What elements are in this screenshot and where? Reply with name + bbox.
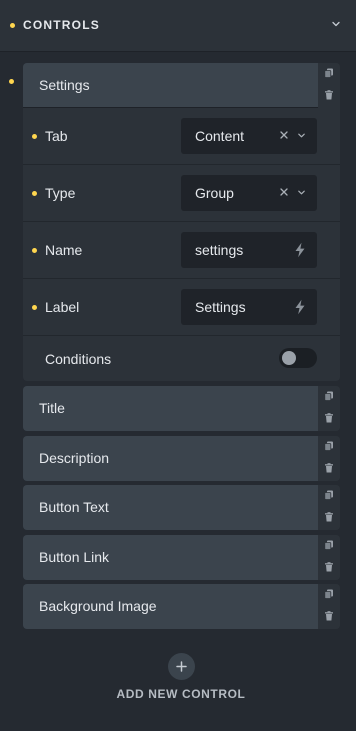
field-label: Tab bbox=[45, 128, 68, 144]
field-label: Conditions bbox=[45, 351, 112, 367]
add-control-button[interactable] bbox=[168, 653, 195, 680]
dynamic-data-icon[interactable] bbox=[293, 242, 307, 258]
control-title: Title bbox=[39, 400, 65, 416]
chevron-down-icon bbox=[298, 190, 305, 195]
field-label: Name bbox=[45, 242, 83, 258]
controls-section-header[interactable]: CONTROLS bbox=[0, 0, 356, 52]
trash-icon[interactable] bbox=[324, 562, 334, 572]
trash-icon[interactable] bbox=[324, 90, 334, 100]
control-actions bbox=[318, 63, 340, 108]
control-actions bbox=[318, 584, 340, 629]
changed-indicator-dot bbox=[32, 134, 37, 139]
trash-icon[interactable] bbox=[324, 512, 334, 522]
type-select[interactable]: Group bbox=[181, 175, 317, 211]
trash-icon[interactable] bbox=[324, 413, 334, 423]
input-value: settings bbox=[195, 242, 244, 258]
control-group-settings: Settings Tab Content Type Group Name set… bbox=[23, 63, 340, 381]
changed-indicator-dot bbox=[10, 23, 15, 28]
control-title: Description bbox=[39, 450, 110, 466]
chevron-down-icon bbox=[298, 133, 305, 138]
chevron-down-icon[interactable] bbox=[330, 18, 342, 30]
field-row-tab: Tab Content bbox=[23, 108, 340, 165]
control-header[interactable]: Settings bbox=[23, 63, 318, 108]
trash-icon[interactable] bbox=[324, 611, 334, 621]
control-actions bbox=[318, 535, 340, 580]
copy-icon[interactable] bbox=[324, 68, 334, 78]
copy-icon[interactable] bbox=[324, 540, 334, 550]
control-title: Settings bbox=[39, 77, 90, 93]
control-item[interactable]: Button Text bbox=[23, 485, 340, 530]
dynamic-data-icon[interactable] bbox=[293, 299, 307, 315]
toggle-knob bbox=[282, 351, 296, 365]
changed-indicator-dot bbox=[32, 305, 37, 310]
control-actions bbox=[318, 436, 340, 481]
select-value: Content bbox=[195, 128, 245, 144]
control-item[interactable]: Button Link bbox=[23, 535, 340, 580]
name-input[interactable]: settings bbox=[181, 232, 317, 268]
control-actions bbox=[318, 386, 340, 431]
copy-icon[interactable] bbox=[324, 391, 334, 401]
changed-indicator-dot bbox=[9, 79, 14, 84]
control-item[interactable]: Background Image bbox=[23, 584, 340, 629]
copy-icon[interactable] bbox=[324, 490, 334, 500]
select-value: Group bbox=[195, 185, 234, 201]
copy-icon[interactable] bbox=[324, 589, 334, 599]
label-input[interactable]: Settings bbox=[181, 289, 317, 325]
conditions-toggle[interactable] bbox=[279, 348, 317, 368]
changed-indicator-dot bbox=[32, 248, 37, 253]
field-row-conditions: Conditions bbox=[23, 336, 340, 381]
clear-icon[interactable] bbox=[279, 187, 289, 197]
control-actions bbox=[318, 485, 340, 530]
add-new-control-label[interactable]: ADD NEW CONTROL bbox=[0, 687, 356, 701]
clear-icon[interactable] bbox=[279, 130, 289, 140]
field-row-type: Type Group bbox=[23, 165, 340, 222]
control-item[interactable]: Title bbox=[23, 386, 340, 431]
field-row-name: Name settings bbox=[23, 222, 340, 279]
control-title: Button Link bbox=[39, 549, 110, 565]
control-item[interactable]: Description bbox=[23, 436, 340, 481]
tab-select[interactable]: Content bbox=[181, 118, 317, 154]
input-value: Settings bbox=[195, 299, 246, 315]
control-title: Background Image bbox=[39, 598, 157, 614]
control-title: Button Text bbox=[39, 499, 109, 515]
field-row-label: Label Settings bbox=[23, 279, 340, 336]
changed-indicator-dot bbox=[32, 191, 37, 196]
field-label: Label bbox=[45, 299, 80, 315]
field-label: Type bbox=[45, 185, 76, 201]
trash-icon[interactable] bbox=[324, 463, 334, 473]
copy-icon[interactable] bbox=[324, 441, 334, 451]
plus-icon bbox=[176, 661, 187, 672]
section-title: CONTROLS bbox=[23, 18, 100, 32]
